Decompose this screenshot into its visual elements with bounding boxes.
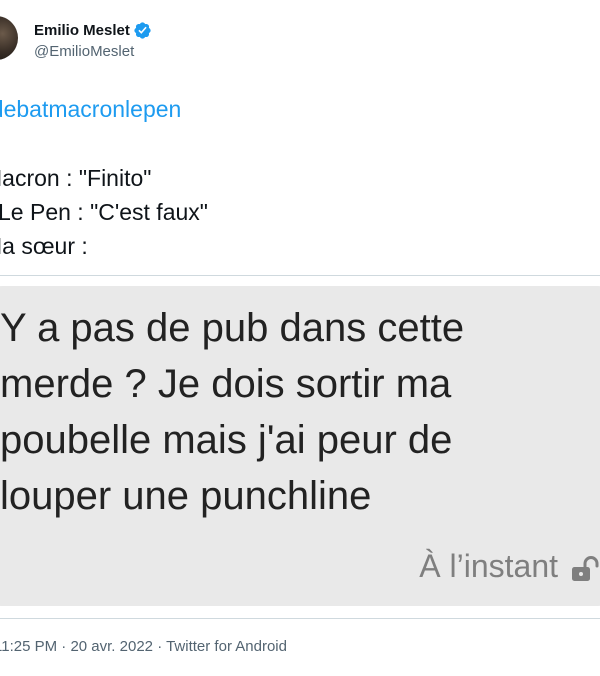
author-display-name[interactable]: Emilio Meslet (34, 22, 130, 39)
tweet-meta: 11:25 PM · 20 avr. 2022 · Twitter for An… (0, 638, 287, 655)
tweet-text-line: Macron : "Finito" (0, 165, 152, 191)
meta-separator: · (157, 638, 163, 655)
author-handle[interactable]: @EmilioMeslet (34, 43, 152, 60)
message-text: Y a pas de pub dans cette merde ? Je doi… (0, 306, 465, 518)
meta-separator: · (61, 638, 67, 655)
verified-badge-icon (134, 21, 151, 39)
author-block: Emilio Meslet @EmilioMeslet (34, 19, 152, 60)
divider (0, 618, 600, 619)
tweet-date-link[interactable]: 20 avr. 2022 (70, 638, 153, 655)
tweet-time-link[interactable]: 11:25 PM (0, 638, 57, 655)
divider (0, 275, 600, 276)
tweet-text-line: Ma sœur : (0, 233, 88, 259)
message-timestamp: À l’instant (419, 548, 558, 584)
lock-open-icon (572, 556, 599, 581)
avatar[interactable] (0, 16, 18, 60)
name-row: Emilio Meslet (34, 19, 152, 41)
tweet-source-link[interactable]: Twitter for Android (166, 638, 287, 655)
tweet-text-line: Le Pen : "C'est faux" (0, 199, 208, 225)
hashtag-link[interactable]: #debatmacronlepen (0, 96, 181, 123)
